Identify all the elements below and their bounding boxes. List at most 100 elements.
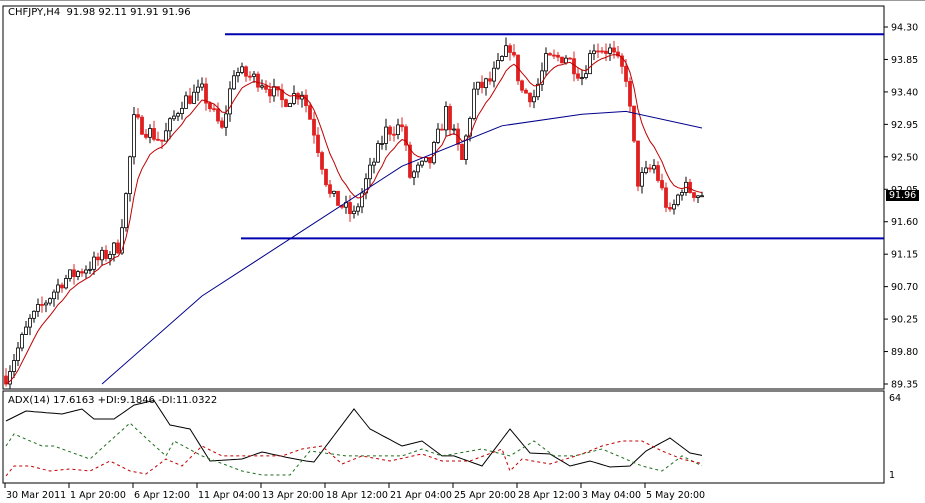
candle-body: [660, 180, 664, 189]
x-tick-label: 30 Mar 2011: [6, 490, 66, 501]
candle-body: [200, 83, 204, 88]
candle-body: [96, 256, 100, 261]
candle-body: [336, 190, 340, 206]
candle-body: [60, 284, 64, 289]
candle-body: [400, 124, 404, 128]
candle-body: [256, 73, 260, 88]
x-tick-label: 1 Apr 20:00: [70, 490, 126, 501]
candle-body: [624, 65, 628, 82]
candle-body: [56, 284, 60, 293]
candle-body: [352, 210, 356, 214]
candle-body: [236, 72, 240, 77]
price-chart[interactable]: 94.3093.8593.4092.9592.5092.0591.6091.15…: [0, 1, 925, 503]
candle-body: [176, 113, 180, 117]
candle-body: [260, 85, 264, 88]
candle-body: [152, 128, 156, 140]
candle-body: [332, 190, 336, 194]
candle-body: [32, 310, 36, 319]
candle-body: [220, 120, 224, 128]
candle-body: [588, 53, 592, 75]
candle-body: [132, 114, 136, 158]
y-tick-label: 94.30: [891, 23, 918, 34]
candle-body: [36, 304, 40, 312]
candle-body: [180, 107, 184, 115]
main-panel-frame: [2, 5, 885, 390]
candle-body: [484, 78, 488, 89]
candle-body: [124, 193, 128, 229]
candle-body: [20, 334, 24, 349]
candle-body: [224, 113, 228, 128]
candle-body: [520, 80, 524, 91]
candle-body: [24, 326, 28, 335]
candle-body: [600, 50, 604, 53]
adx-readout: ADX(14) 17.6163 +DI:9.1846 -DI:11.0322: [8, 395, 218, 406]
candle-body: [304, 94, 308, 107]
candle-body: [460, 143, 464, 160]
candle-body: [644, 167, 648, 174]
candle-body: [688, 181, 692, 193]
candle-body: [480, 81, 484, 89]
candle-body: [188, 95, 192, 104]
candle-body: [28, 317, 32, 328]
candle-body: [672, 204, 676, 210]
y-tick-label: 93.40: [891, 87, 918, 98]
candle-body: [172, 115, 176, 120]
candle-body: [308, 105, 312, 120]
candle-body: [680, 192, 684, 196]
candle-body: [228, 88, 232, 115]
candle-body: [72, 269, 76, 277]
candle-body: [12, 360, 16, 372]
candle-body: [652, 165, 656, 170]
y-tick-label: 89.80: [891, 347, 918, 358]
y-tick-label: 89.35: [891, 380, 918, 391]
candle-body: [208, 102, 212, 110]
candle-body: [392, 133, 396, 136]
adx-scale-min: 1: [889, 470, 896, 481]
candle-body: [16, 347, 20, 361]
candle-body: [492, 67, 496, 82]
candle-body: [512, 52, 516, 56]
candle-body: [312, 118, 316, 136]
candle-body: [44, 302, 48, 306]
candle-body: [52, 291, 56, 300]
candle-body: [384, 126, 388, 144]
candle-body: [380, 143, 384, 145]
candle-body: [108, 254, 112, 259]
candle-body: [416, 164, 420, 173]
x-tick-label: 6 Apr 12:00: [134, 490, 190, 501]
y-tick-label: 91.15: [891, 250, 918, 261]
candle-body: [196, 86, 200, 93]
candle-body: [608, 47, 612, 54]
candle-body: [452, 128, 456, 131]
candle-body: [100, 249, 104, 261]
candle-body: [564, 57, 568, 64]
candle-body: [536, 83, 540, 98]
candle-body: [144, 133, 148, 138]
candle-body: [436, 128, 440, 143]
candle-body: [592, 50, 596, 54]
y-tick-label: 93.85: [891, 55, 918, 66]
candle-body: [528, 92, 532, 103]
candle-body: [556, 54, 560, 58]
ohlc-readout: 91.98 92.11 91.91 91.96: [66, 7, 191, 18]
candle-body: [440, 128, 444, 131]
chart-header: CHFJPY,H4 91.98 92.11 91.91 91.96: [8, 7, 191, 18]
candle-body: [632, 105, 636, 142]
candle-body: [628, 80, 632, 107]
candle-body: [488, 78, 492, 82]
candle-body: [264, 85, 268, 90]
candle-body: [40, 304, 44, 306]
x-tick-label: 28 Apr 12:00: [518, 490, 580, 501]
x-tick-label: 21 Apr 04:00: [390, 490, 452, 501]
candle-body: [232, 75, 236, 90]
candle-body: [668, 207, 672, 210]
candle-body: [552, 54, 556, 57]
candle-body: [676, 194, 680, 205]
candle-body: [248, 75, 252, 78]
candle-body: [160, 139, 164, 142]
candle-body: [140, 116, 144, 135]
x-tick-label: 5 May 20:00: [646, 490, 705, 501]
candle-body: [356, 206, 360, 212]
candle-body: [212, 108, 216, 111]
candle-body: [580, 77, 584, 79]
